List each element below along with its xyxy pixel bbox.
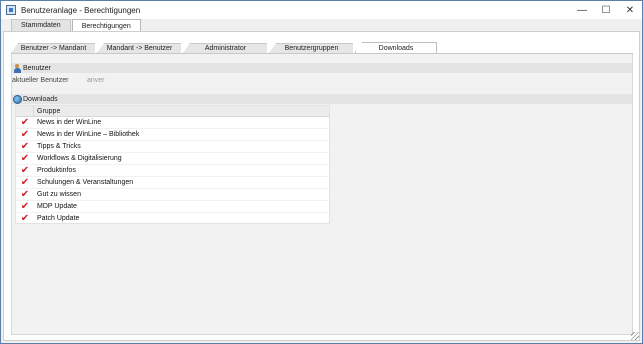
checkmark-icon[interactable]: ✔ xyxy=(21,177,29,188)
table-row[interactable]: ✔ Workflows & Digitalisierung xyxy=(16,153,329,165)
window-title: Benutzeranlage - Berechtigungen xyxy=(21,5,141,15)
benutzer-section-header: Benutzer xyxy=(12,63,632,73)
checkmark-icon[interactable]: ✔ xyxy=(21,117,29,128)
checkmark-icon[interactable]: ✔ xyxy=(21,165,29,176)
sub-tab-bar: Benutzer -> Mandant Mandant -> Benutzer … xyxy=(11,42,439,53)
tab-mandant-benutzer[interactable]: Mandant -> Benutzer xyxy=(97,43,181,53)
row-label: News in der WinLine – Bibliothek xyxy=(37,131,140,138)
checkmark-icon[interactable]: ✔ xyxy=(21,141,29,152)
close-button[interactable]: ✕ xyxy=(618,1,642,19)
current-user-value: anver xyxy=(87,77,105,84)
user-icon xyxy=(13,63,22,73)
downloads-section-header: Downloads xyxy=(12,94,632,104)
checkmark-icon[interactable]: ✔ xyxy=(21,129,29,140)
checkmark-icon[interactable]: ✔ xyxy=(21,201,29,212)
row-label: Produktinfos xyxy=(37,167,76,174)
downloads-panel: Benutzer aktueller Benutzer anver Downlo… xyxy=(11,54,633,335)
row-label: Tipps & Tricks xyxy=(37,143,81,150)
app-icon xyxy=(6,5,16,15)
window-controls: — ☐ ✕ xyxy=(570,1,642,19)
table-row[interactable]: ✔ Schulungen & Veranstaltungen xyxy=(16,177,329,189)
table-row[interactable]: ✔ Produktinfos xyxy=(16,165,329,177)
current-user-label: aktueller Benutzer xyxy=(12,77,69,84)
row-label: MDP Update xyxy=(37,203,77,210)
grid-header: Gruppe xyxy=(16,105,329,117)
row-label: Workflows & Digitalisierung xyxy=(37,155,122,162)
column-header-gruppe[interactable]: Gruppe xyxy=(34,108,60,115)
downloads-grid: Gruppe ✔ News in der WinLine ✔ News in d… xyxy=(15,105,330,225)
checkmark-icon[interactable]: ✔ xyxy=(21,153,29,164)
row-label: News in der WinLine xyxy=(37,119,102,126)
tab-benutzer-mandant[interactable]: Benutzer -> Mandant xyxy=(11,43,95,53)
table-row[interactable]: ✔ Tipps & Tricks xyxy=(16,141,329,153)
checkmark-icon[interactable]: ✔ xyxy=(21,213,29,224)
title-bar: Benutzeranlage - Berechtigungen — ☐ ✕ xyxy=(1,1,642,19)
tab-benutzergruppen[interactable]: Benutzergruppen xyxy=(269,43,353,53)
row-label: Gut zu wissen xyxy=(37,191,81,198)
tab-administrator[interactable]: Administrator xyxy=(183,43,267,53)
checkmark-icon[interactable]: ✔ xyxy=(21,189,29,200)
main-window: Benutzeranlage - Berechtigungen — ☐ ✕ St… xyxy=(0,0,643,344)
grid-corner xyxy=(16,105,34,117)
table-row[interactable]: ✔ Gut zu wissen xyxy=(16,189,329,201)
minimize-button[interactable]: — xyxy=(570,1,594,19)
table-row[interactable]: ✔ MDP Update xyxy=(16,201,329,213)
tab-downloads[interactable]: Downloads xyxy=(355,42,437,53)
content-area: Benutzer -> Mandant Mandant -> Benutzer … xyxy=(3,31,640,341)
row-label: Patch Update xyxy=(37,215,80,222)
tab-stammdaten[interactable]: Stammdaten xyxy=(11,19,71,31)
table-row[interactable]: ✔ News in der WinLine – Bibliothek xyxy=(16,129,329,141)
current-user-row: aktueller Benutzer anver xyxy=(12,75,162,86)
globe-icon xyxy=(13,94,22,104)
downloads-section-title: Downloads xyxy=(23,95,58,103)
table-row[interactable]: ✔ News in der WinLine xyxy=(16,117,329,129)
maximize-button[interactable]: ☐ xyxy=(594,1,618,19)
row-label: Schulungen & Veranstaltungen xyxy=(37,179,134,186)
table-row[interactable]: ✔ Patch Update xyxy=(16,213,329,225)
resize-grip-icon[interactable] xyxy=(631,332,639,340)
benutzer-section-title: Benutzer xyxy=(23,64,52,72)
